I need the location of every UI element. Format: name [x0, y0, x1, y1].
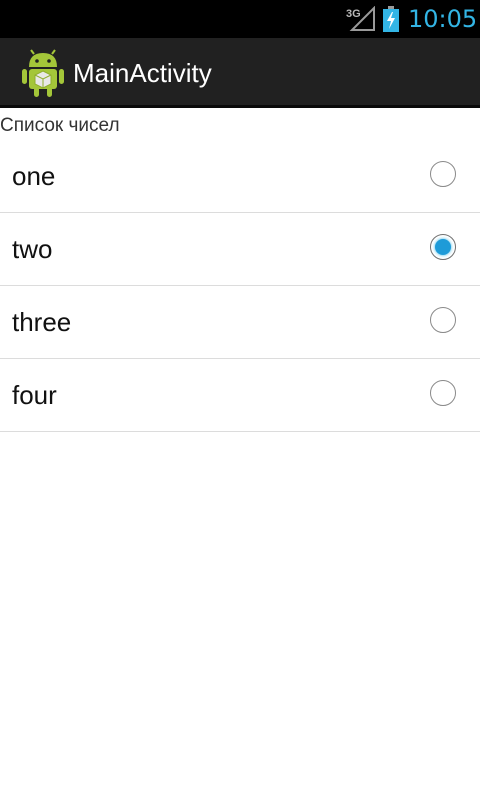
action-bar: MainActivity — [0, 38, 480, 108]
app-title: MainActivity — [73, 58, 212, 88]
list-item-four[interactable]: four — [0, 359, 480, 432]
radio-button-two[interactable] — [430, 234, 456, 260]
list-item-label: two — [12, 234, 53, 264]
list-item-one[interactable]: one — [0, 140, 480, 213]
list-item-label: one — [12, 161, 56, 191]
list-header: Список чисел — [0, 115, 120, 136]
list-item-two[interactable]: two — [0, 213, 480, 286]
radio-dot-icon — [435, 239, 451, 255]
android-app-icon[interactable] — [20, 49, 66, 99]
status-bar: 3G 10:05 — [0, 0, 480, 38]
list-item-label: three — [12, 307, 72, 337]
radio-button-three[interactable] — [430, 307, 456, 333]
list-item-three[interactable]: three — [0, 286, 480, 359]
status-clock: 10:05 — [408, 5, 478, 33]
battery-charging-icon — [383, 6, 399, 32]
content-area: Список чисел one two three four — [0, 111, 480, 432]
list-item-label: four — [12, 380, 57, 410]
radio-button-one[interactable] — [430, 161, 456, 187]
signal-strength-icon: 3G — [346, 6, 375, 31]
network-type-label: 3G — [346, 8, 361, 20]
radio-button-four[interactable] — [430, 380, 456, 406]
